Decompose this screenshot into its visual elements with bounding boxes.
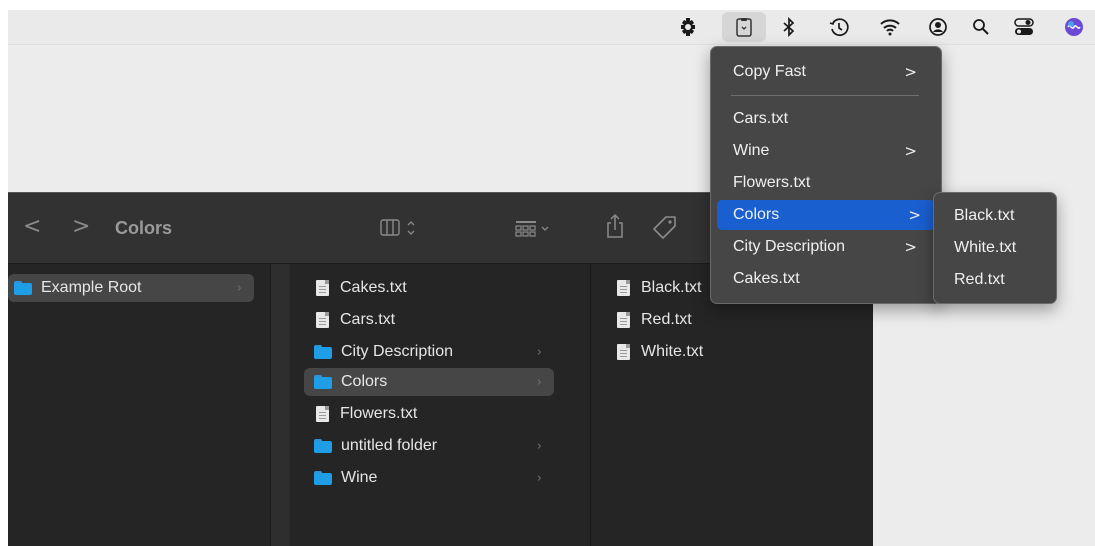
menu-item-label: Black.txt	[954, 207, 1015, 224]
chevron-right-icon: ›	[536, 470, 542, 486]
list-item-red[interactable]: Red.txt	[605, 306, 855, 334]
folder-icon	[14, 281, 32, 295]
tag-icon[interactable]	[652, 215, 678, 243]
column-example-root: Cakes.txt Cars.txt City Description › Co…	[290, 264, 590, 546]
forward-button[interactable]: >	[72, 214, 90, 239]
folder-icon	[314, 439, 332, 453]
column-colors: Black.txt Red.txt White.txt	[591, 264, 873, 546]
submenu-item-black[interactable]: Black.txt	[942, 201, 1048, 231]
menu-item-label: White.txt	[954, 239, 1017, 256]
chevron-right-icon: >	[904, 238, 917, 256]
siri-icon[interactable]	[1060, 10, 1088, 44]
item-label: Cakes.txt	[340, 279, 407, 296]
menu-item-label: Colors	[733, 206, 780, 223]
menu-item-label: Cakes.txt	[733, 270, 800, 287]
search-icon[interactable]	[966, 10, 996, 44]
column-view-icon[interactable]	[380, 218, 424, 242]
list-item-white[interactable]: White.txt	[605, 338, 855, 366]
menu-item-colors[interactable]: Colors >	[717, 200, 935, 230]
document-icon	[316, 280, 329, 296]
chevron-right-icon: ›	[536, 374, 542, 390]
list-item-colors[interactable]: Colors ›	[304, 368, 554, 396]
clipboard-menu: Copy Fast > Cars.txt Wine > Flowers.txt …	[710, 46, 942, 304]
document-icon	[617, 344, 630, 360]
column-browser: Example Root › Cakes.txt Cars.txt City D…	[8, 264, 873, 546]
chevron-right-icon: ›	[236, 280, 242, 296]
menu-item-label: Wine	[733, 142, 770, 159]
user-icon[interactable]	[923, 10, 953, 44]
document-icon	[316, 312, 329, 328]
wifi-icon[interactable]	[875, 10, 905, 44]
list-item-wine[interactable]: Wine ›	[304, 464, 554, 492]
back-button[interactable]: <	[23, 214, 41, 239]
menu-item-city-description[interactable]: City Description >	[721, 232, 931, 262]
item-label: City Description	[341, 343, 454, 360]
menu-item-cakes[interactable]: Cakes.txt	[721, 264, 931, 294]
item-label: untitled folder	[341, 437, 438, 454]
puzzle-gear-icon[interactable]	[673, 10, 703, 44]
item-label: Cars.txt	[340, 311, 396, 328]
folder-icon	[314, 345, 332, 359]
document-icon	[617, 312, 630, 328]
menu-item-label: Red.txt	[954, 271, 1005, 288]
bluetooth-icon[interactable]	[774, 10, 804, 44]
list-item-untitled-folder[interactable]: untitled folder ›	[304, 432, 554, 460]
item-label: Flowers.txt	[340, 405, 418, 422]
list-item-city-description[interactable]: City Description ›	[304, 338, 554, 366]
time-machine-icon[interactable]	[824, 10, 854, 44]
item-label: Wine	[341, 469, 378, 486]
document-icon	[617, 280, 630, 296]
chevron-right-icon: ›	[536, 344, 542, 360]
colors-submenu: Black.txt White.txt Red.txt	[933, 192, 1057, 304]
submenu-item-white[interactable]: White.txt	[942, 233, 1048, 263]
column-root: Example Root ›	[8, 264, 270, 546]
window-title: Colors	[115, 218, 173, 238]
menu-item-wine[interactable]: Wine >	[721, 136, 931, 166]
list-item-flowers[interactable]: Flowers.txt	[304, 400, 554, 428]
document-icon	[316, 406, 329, 422]
clipboard-icon[interactable]	[722, 12, 766, 42]
chevron-right-icon: >	[908, 206, 921, 224]
control-center-icon[interactable]	[1009, 10, 1039, 44]
chevron-right-icon: >	[904, 142, 917, 160]
menu-item-label: City Description	[733, 238, 846, 255]
screen: < > Colors Example Root › Cakes.txt Cars…	[0, 0, 1095, 546]
item-label: Red.txt	[641, 311, 692, 328]
menu-item-flowers[interactable]: Flowers.txt	[721, 168, 931, 198]
submenu-item-red[interactable]: Red.txt	[942, 265, 1048, 295]
menu-item-copy-fast[interactable]: Copy Fast >	[721, 57, 931, 87]
item-label: Colors	[341, 373, 388, 390]
menu-separator	[731, 95, 919, 96]
menu-item-label: Cars.txt	[733, 110, 789, 127]
item-label: Black.txt	[641, 279, 702, 296]
column-gap	[271, 264, 289, 546]
folder-icon	[314, 471, 332, 485]
list-item-cars[interactable]: Cars.txt	[304, 306, 554, 334]
item-label: Example Root	[41, 279, 142, 296]
menu-item-cars[interactable]: Cars.txt	[721, 104, 931, 134]
menu-item-label: Copy Fast	[733, 63, 806, 80]
menu-bar	[8, 10, 1095, 45]
chevron-right-icon: ›	[536, 438, 542, 454]
item-label: White.txt	[641, 343, 704, 360]
menu-item-label: Flowers.txt	[733, 174, 811, 191]
list-item-cakes[interactable]: Cakes.txt	[304, 274, 554, 302]
share-icon[interactable]	[604, 213, 626, 243]
chevron-right-icon: >	[904, 63, 917, 81]
group-view-icon[interactable]	[514, 218, 554, 242]
list-item-example-root[interactable]: Example Root ›	[8, 274, 254, 302]
folder-icon	[314, 375, 332, 389]
